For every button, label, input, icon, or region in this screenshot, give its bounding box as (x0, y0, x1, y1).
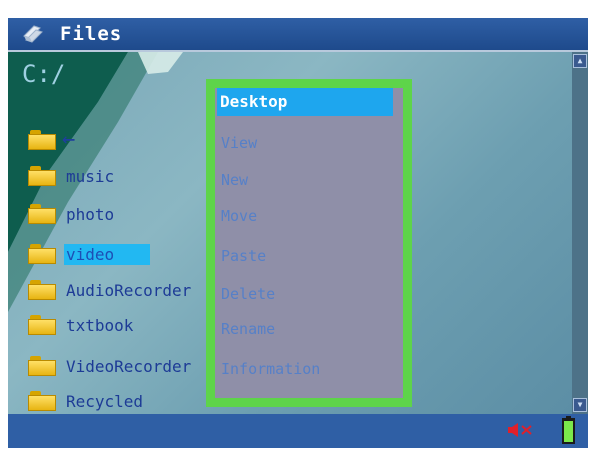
menu-item-information[interactable]: Information (218, 355, 398, 383)
folder-item-recycled[interactable]: Recycled (28, 388, 147, 414)
folder-item-music[interactable]: music (28, 163, 118, 189)
folder-label: photo (66, 204, 115, 224)
back-arrow-icon: ← (62, 127, 76, 152)
folder-item-videorecorder[interactable]: VideoRecorder (28, 353, 195, 379)
folder-icon (28, 356, 56, 376)
context-menu: Desktop View New Move Paste Delete Renam… (206, 79, 412, 407)
folder-icon (28, 166, 56, 186)
folder-icon (28, 244, 56, 264)
folder-label: Recycled (66, 391, 144, 411)
folder-icon (28, 391, 56, 411)
status-bar (8, 414, 588, 448)
folder-label: txtbook (66, 315, 134, 335)
vertical-scrollbar[interactable]: ▲ ▼ (572, 52, 588, 414)
scroll-down-button[interactable]: ▼ (573, 398, 587, 412)
menu-item-move[interactable]: Move (218, 202, 398, 230)
menu-item-view[interactable]: View (218, 129, 398, 157)
scroll-up-button[interactable]: ▲ (573, 54, 587, 68)
folder-item-txtbook[interactable]: txtbook (28, 312, 137, 338)
folder-up-icon (28, 130, 56, 150)
menu-item-delete[interactable]: Delete (218, 280, 398, 308)
folder-label: video (64, 243, 150, 265)
folder-label: AudioRecorder (66, 280, 192, 300)
folder-label: VideoRecorder (66, 356, 192, 376)
folder-item-photo[interactable]: photo (28, 201, 118, 227)
menu-item-desktop[interactable]: Desktop (217, 88, 393, 116)
menu-item-new[interactable]: New (218, 166, 398, 194)
window-title: Files (60, 23, 123, 45)
folder-icon (28, 280, 56, 300)
menu-item-paste[interactable]: Paste (218, 242, 398, 270)
speaker-muted-icon (508, 423, 532, 437)
current-path: C:/ (22, 60, 66, 88)
files-app-icon (23, 25, 43, 43)
folder-item-audiorecorder[interactable]: AudioRecorder (28, 277, 195, 303)
parent-folder-button[interactable]: ← (28, 127, 75, 153)
battery-icon (562, 416, 575, 444)
folder-item-video[interactable]: video (28, 241, 150, 267)
folder-label: music (66, 166, 115, 186)
folder-icon (28, 204, 56, 224)
folder-icon (28, 315, 56, 335)
title-bar: Files (8, 18, 588, 52)
menu-item-rename[interactable]: Rename (218, 315, 398, 343)
